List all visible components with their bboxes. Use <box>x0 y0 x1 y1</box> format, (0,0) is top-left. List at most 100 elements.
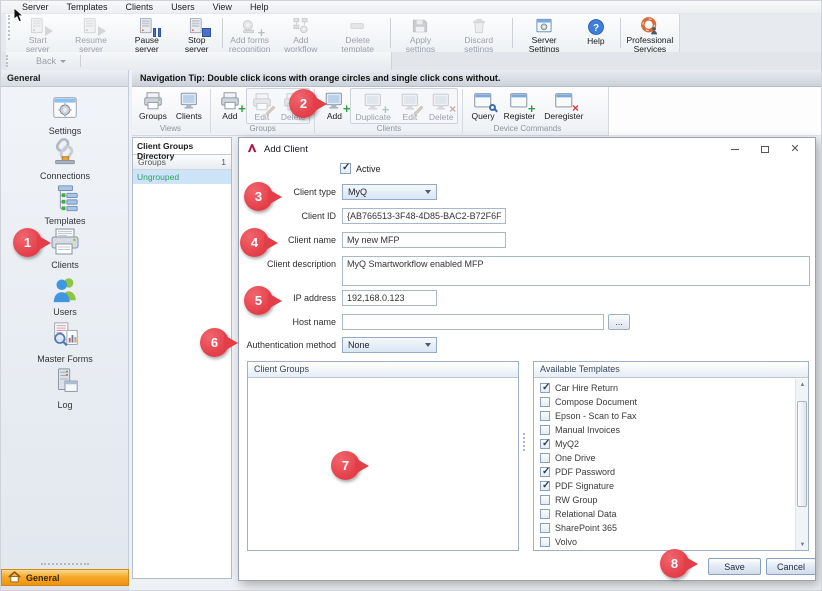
sidebar-item-log[interactable]: Log <box>1 367 129 410</box>
delete-template-button[interactable]: Delete template <box>327 15 388 51</box>
cancel-button[interactable]: Cancel <box>766 558 816 575</box>
sidebar-item-master-forms[interactable]: Master Forms <box>1 321 129 364</box>
template-checkbox[interactable] <box>540 523 550 533</box>
sidebar-item-templates[interactable]: Templates <box>1 183 129 226</box>
resume-server-button[interactable]: Resume server <box>61 15 120 51</box>
sidebar-item-label: Templates <box>44 216 85 226</box>
groups-column-header[interactable]: Groups 1 <box>133 155 231 170</box>
template-checkbox[interactable] <box>540 383 550 393</box>
groups-edit-button[interactable]: Edit <box>247 89 277 123</box>
template-checkbox[interactable] <box>540 425 550 435</box>
template-label: Relational Data <box>555 509 617 519</box>
menu-clients[interactable]: Clients <box>117 1 163 14</box>
backbar-grip[interactable] <box>6 55 8 68</box>
template-checkbox[interactable] <box>540 481 550 491</box>
template-checkbox[interactable] <box>540 397 550 407</box>
template-row[interactable]: PDF Password <box>534 465 794 479</box>
stop-server-button[interactable]: Stop server <box>173 15 220 51</box>
toolbar-grip[interactable] <box>8 15 10 40</box>
client-type-select[interactable]: MyQ <box>342 184 437 200</box>
apply-settings-icon <box>410 16 430 36</box>
views-clients-button[interactable]: Clients <box>172 88 206 122</box>
template-checkbox[interactable] <box>540 467 550 477</box>
minimize-icon[interactable] <box>722 141 748 157</box>
template-row[interactable]: Car Hire Return <box>534 381 794 395</box>
menu-templates[interactable]: Templates <box>58 1 117 14</box>
template-row[interactable]: MyQ2 <box>534 437 794 451</box>
ribbon-button-label: Query <box>471 112 494 121</box>
panel-splitter[interactable] <box>523 433 525 451</box>
add-forms-recognition-button[interactable]: + Add forms recognition <box>225 15 274 51</box>
dialog-titlebar[interactable]: Add Client ✕ <box>239 138 815 160</box>
menu-users[interactable]: Users <box>162 1 204 14</box>
home-icon <box>8 571 21 585</box>
template-row[interactable]: PDF Signature <box>534 479 794 493</box>
client-name-input[interactable] <box>342 232 506 248</box>
views-groups-button[interactable]: Groups <box>135 88 171 122</box>
add-group-icon: + <box>219 89 241 112</box>
query-button[interactable]: Query <box>467 88 498 122</box>
sidebar-footer-spacer <box>1 586 129 591</box>
client-groups-directory-panel: Client Groups Directory Groups 1 Ungroup… <box>132 137 232 579</box>
pause-server-button[interactable]: Pause server <box>121 15 174 51</box>
annotation-6: 6 <box>200 328 229 357</box>
help-button[interactable]: ? Help <box>574 15 618 51</box>
chevron-down-icon <box>60 60 66 63</box>
ribbon-group-device-commands: Query + Register × Deregister <box>464 87 590 135</box>
sidebar-footer-general[interactable]: General <box>1 569 129 586</box>
sidebar-item-settings[interactable]: Settings <box>1 93 129 136</box>
menu-view[interactable]: View <box>204 1 241 14</box>
close-icon[interactable]: ✕ <box>782 141 808 157</box>
deregister-button[interactable]: × Deregister <box>540 88 587 122</box>
template-row[interactable]: RW Group <box>534 493 794 507</box>
clients-edit-button[interactable]: Edit <box>395 89 425 123</box>
template-checkbox[interactable] <box>540 453 550 463</box>
auth-method-select[interactable]: None <box>342 337 437 353</box>
menu-bar: Server Templates Clients Users View Help <box>1 1 822 14</box>
template-row[interactable]: SharePoint 365 <box>534 521 794 535</box>
template-checkbox[interactable] <box>540 439 550 449</box>
template-row[interactable]: One Drive <box>534 451 794 465</box>
register-button[interactable]: + Register <box>500 88 540 122</box>
sidebar-splitter[interactable] <box>41 563 89 565</box>
client-id-input[interactable] <box>342 208 506 224</box>
groups-add-button[interactable]: + Add <box>215 88 245 122</box>
server-settings-button[interactable]: Server Settings <box>514 15 574 51</box>
delete-template-icon <box>347 16 368 36</box>
template-checkbox[interactable] <box>540 509 550 519</box>
clients-delete-button[interactable]: × Delete <box>425 89 458 123</box>
ip-address-input[interactable] <box>342 290 437 306</box>
sidebar-item-connections[interactable]: Connections <box>1 138 129 181</box>
back-button[interactable]: Back <box>12 56 74 66</box>
resume-server-icon <box>81 16 101 36</box>
sidebar-item-label: Settings <box>49 126 82 136</box>
group-row-ungrouped[interactable]: Ungrouped <box>133 170 231 184</box>
client-description-input[interactable]: MyQ Smartworkflow enabled MFP <box>342 256 810 286</box>
backbar-separator <box>80 55 81 67</box>
active-checkbox[interactable] <box>340 163 351 174</box>
discard-settings-button[interactable]: Discard settings <box>448 15 510 51</box>
template-row[interactable]: Volvo <box>534 535 794 549</box>
template-checkbox[interactable] <box>540 537 550 547</box>
scrollbar-thumb[interactable] <box>797 401 807 507</box>
apply-settings-button[interactable]: Apply settings <box>393 15 448 51</box>
template-row[interactable]: Epson - Scan to Fax <box>534 409 794 423</box>
host-name-input[interactable] <box>342 314 604 330</box>
professional-services-button[interactable]: Professional Services <box>623 15 677 51</box>
clients-view-icon <box>178 89 200 112</box>
template-row[interactable]: Compose Document <box>534 395 794 409</box>
save-button[interactable]: Save <box>708 558 761 575</box>
maximize-icon[interactable] <box>752 141 778 157</box>
templates-scrollbar[interactable]: ▲ ▼ <box>795 379 808 550</box>
clients-duplicate-button[interactable]: + Duplicate <box>351 89 394 123</box>
template-row[interactable]: Relational Data <box>534 507 794 521</box>
menu-help[interactable]: Help <box>241 1 278 14</box>
template-checkbox[interactable] <box>540 411 550 421</box>
host-name-browse-button[interactable]: ... <box>608 314 630 330</box>
template-row[interactable]: Manual Invoices <box>534 423 794 437</box>
scroll-up-icon[interactable]: ▲ <box>796 379 809 390</box>
template-checkbox[interactable] <box>540 495 550 505</box>
add-workflow-button[interactable]: Add workflow <box>274 15 327 51</box>
scroll-down-icon[interactable]: ▼ <box>796 539 809 550</box>
sidebar-item-users[interactable]: Users <box>1 274 129 317</box>
